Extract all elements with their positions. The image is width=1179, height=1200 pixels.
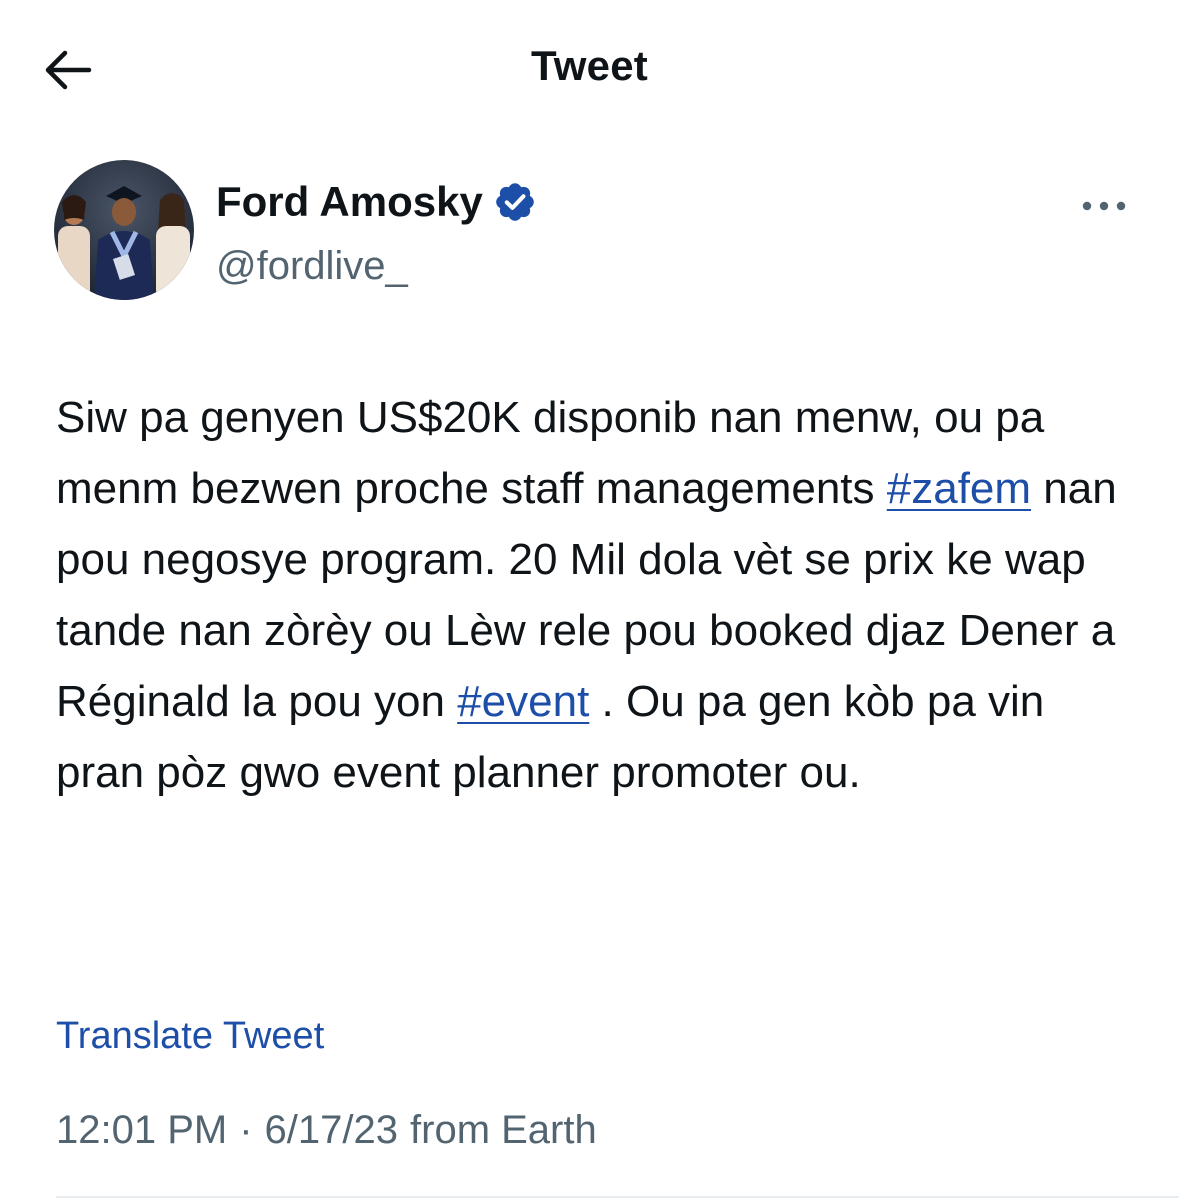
page-title: Tweet xyxy=(531,42,648,89)
more-options-button[interactable] xyxy=(1074,186,1134,226)
tweet-metadata: 12:01 PM · 6/17/23 from Earth xyxy=(56,1108,597,1153)
more-horizontal-icon xyxy=(1082,201,1126,211)
tweet-text: Siw pa genyen US$20K disponib nan menw, … xyxy=(56,382,1136,808)
tweet-date[interactable]: 6/17/23 xyxy=(265,1108,398,1153)
tweet-time[interactable]: 12:01 PM xyxy=(56,1108,227,1153)
hashtag-link[interactable]: #event xyxy=(457,677,589,726)
tweet-author: Ford Amosky @fordlive_ xyxy=(54,160,1134,300)
tweet-detail-page: Tweet Ford Amosky @fordlive_ Siw pa geny… xyxy=(0,0,1179,1200)
meta-separator: · xyxy=(239,1108,253,1152)
user-handle[interactable]: @fordlive_ xyxy=(216,244,408,289)
verified-badge-icon xyxy=(493,180,537,224)
tweet-source: from Earth xyxy=(410,1108,597,1152)
avatar[interactable] xyxy=(54,160,194,300)
top-bar: Tweet xyxy=(0,0,1179,136)
divider xyxy=(56,1196,1179,1198)
hashtag-link[interactable]: #zafem xyxy=(887,464,1031,513)
display-name-row[interactable]: Ford Amosky xyxy=(216,178,537,226)
profile-photo xyxy=(54,160,194,300)
display-name: Ford Amosky xyxy=(216,178,483,225)
translate-tweet-link[interactable]: Translate Tweet xyxy=(56,1015,324,1058)
